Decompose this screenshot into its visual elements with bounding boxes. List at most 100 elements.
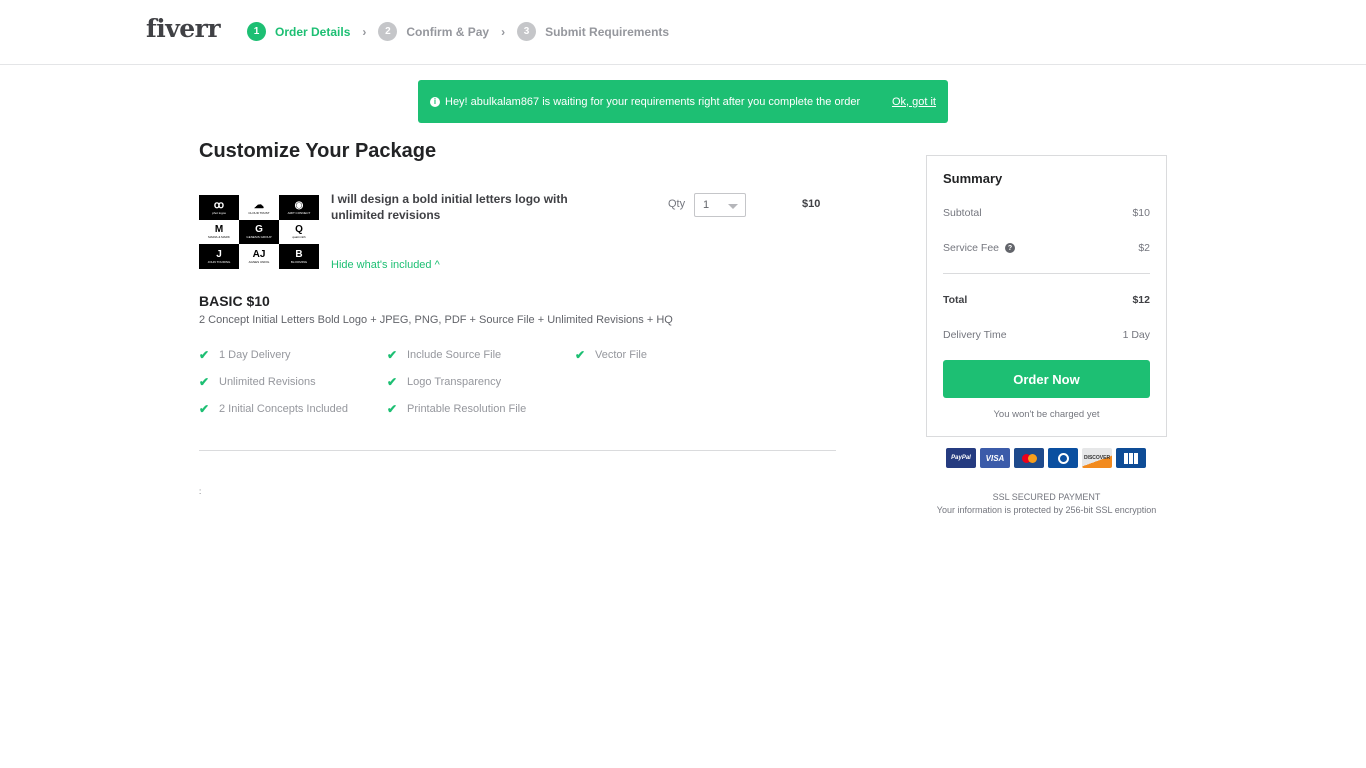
check-icon: ✔ [575,348,586,362]
tile-caption: phot logos [212,210,226,215]
service-fee-value: $2 [1138,242,1150,254]
qty-label: Qty [668,198,686,210]
tile-logo-mark: ☁ [254,199,264,211]
help-icon[interactable]: ? [1004,243,1015,254]
thumbnail-tile: M MARIA & MARK [199,219,239,245]
thumbnail-tile: ☁ CLOUD TRUST [239,195,279,220]
gig-title[interactable]: I will design a bold initial letters log… [331,191,601,223]
no-charge-note: You won't be charged yet [993,409,1100,420]
chevron-right-icon: › [362,24,367,39]
total-label: Total [943,294,968,306]
check-icon: ✔ [387,402,398,416]
tile-caption: CLOUD TRUST [248,210,270,215]
delivery-time-label: Delivery Time [943,329,1007,341]
info-icon: i [430,96,440,107]
mastercard-icon [1014,448,1044,468]
order-summary: Summary Subtotal $10 Service Fee ? $2 To… [926,155,1167,437]
tile-logo-mark: ꝏ [213,199,225,211]
thumbnail-tile: Qquatrnnith [279,219,319,245]
feature-item: ✔ Include Source File [387,348,501,362]
thumbnail-tile: B BLOOMING [279,244,319,269]
tile-logo-mark: J [216,248,222,260]
notice-message: Hey! abulkalam867 is waiting for your re… [445,95,861,108]
thumbnail-tile: ◉ AMIT CONNECT [279,195,319,220]
quantity-select[interactable]: 1 [694,193,746,217]
check-icon: ✔ [199,375,210,389]
tile-logo-mark: Q [295,224,303,236]
chevron-right-icon: › [501,24,506,39]
thumbnail-tile: J JOHN TOURING [199,244,239,269]
order-now-button[interactable]: Order Now [943,360,1150,398]
checkout-steps: 1 Order Details › 2 Confirm & Pay › 3 Su… [247,22,669,41]
tile-logo-mark: M [214,224,224,236]
tile-caption: GENESIS GROUP [246,235,272,240]
tile-caption: JOHN TOURING [207,259,231,264]
step-number-3: 3 [517,22,537,41]
feature-label: Printable Resolution File [407,403,527,415]
page-title: Customize Your Package [199,140,437,162]
step-order-details[interactable]: 1 Order Details [247,22,350,41]
feature-label: Logo Transparency [407,376,502,388]
feature-item: ✔ Logo Transparency [387,375,501,389]
subtotal-value: $10 [1132,207,1150,219]
gig-thumbnail: ꝏ phot logos ☁ CLOUD TRUST ◉ AMIT CONNECT M MAR… [199,195,319,269]
jcb-icon [1116,448,1146,468]
summary-divider [943,273,1150,274]
hide-whats-included-link[interactable]: Hide what's included ^ [331,259,440,271]
tile-caption: AGNES UNFIG [248,259,270,264]
delivery-time-value: 1 Day [1122,329,1150,341]
check-icon: ✔ [199,402,210,416]
ssl-title: SSL SECURED PAYMENT [992,492,1101,502]
tile-caption: AMIT CONNECT [287,210,311,215]
quantity-value: 1 [703,199,710,211]
feature-item: ✔ Printable Resolution File [387,402,526,416]
step-submit-requirements[interactable]: 3 Submit Requirements [517,22,669,41]
tile-caption: quatrnnith [292,235,306,240]
line-item-price: $10 [802,198,821,210]
tile-logo-mark: AJ [252,248,266,260]
thumbnail-tile: G GENESIS GROUP [239,219,279,245]
tile-logo-mark: ◉ [294,199,304,211]
subtotal-label: Subtotal [943,207,982,219]
total-row: Total $12 [943,294,1150,306]
payment-methods: PayPal VISA DISCOVER [946,448,1146,468]
delivery-time-row: Delivery Time 1 Day [943,329,1150,341]
ssl-note: Your information is protected by 256-bit… [936,505,1157,515]
tile-caption: BLOOMING [290,259,308,264]
tile-logo-mark: G [255,224,263,236]
check-icon: ✔ [387,348,398,362]
total-value: $12 [1132,294,1150,306]
tile-caption: MARIA & MARK [208,235,230,240]
service-fee-label: Service Fee [943,242,1000,254]
chevron-down-icon [728,204,738,209]
thumbnail-tile: AJ AGNES UNFIG [239,244,279,269]
step-confirm-pay[interactable]: 2 Confirm & Pay [378,22,489,41]
paypal-icon: PayPal [946,448,976,468]
feature-item: ✔ 1 Day Delivery [199,348,291,362]
feature-item: ✔ Unlimited Revisions [199,375,316,389]
package-name: BASIC $10 [199,293,270,309]
step-number-2: 2 [378,22,398,41]
fiverr-logo[interactable]: fiverr [146,14,221,43]
seller-waiting-notice: i Hey! abulkalam867 is waiting for your … [418,80,948,123]
service-fee-row: Service Fee ? $2 [943,242,1150,254]
subtotal-row: Subtotal $10 [943,207,1150,219]
discover-icon: DISCOVER [1082,448,1112,468]
tile-logo-mark: B [295,248,303,260]
visa-icon: VISA [980,448,1010,468]
section-divider [199,450,836,451]
check-icon: ✔ [387,375,398,389]
ok-got-it-link[interactable]: Ok, got it [892,96,936,108]
feature-item: ✔ 2 Initial Concepts Included [199,402,348,416]
thumbnail-tile: ꝏ phot logos [199,195,239,220]
step-label: Submit Requirements [545,24,670,39]
feature-label: 2 Initial Concepts Included [219,403,349,415]
diners-club-icon [1048,448,1078,468]
step-label: Confirm & Pay [406,24,490,39]
package-description: 2 Concept Initial Letters Bold Logo + JP… [199,314,673,326]
ssl-info: SSL SECURED PAYMENT Your information is … [926,491,1167,517]
check-icon: ✔ [199,348,210,362]
step-number-1: 1 [247,22,266,41]
feature-label: Include Source File [407,349,502,361]
feature-label: 1 Day Delivery [219,349,291,361]
